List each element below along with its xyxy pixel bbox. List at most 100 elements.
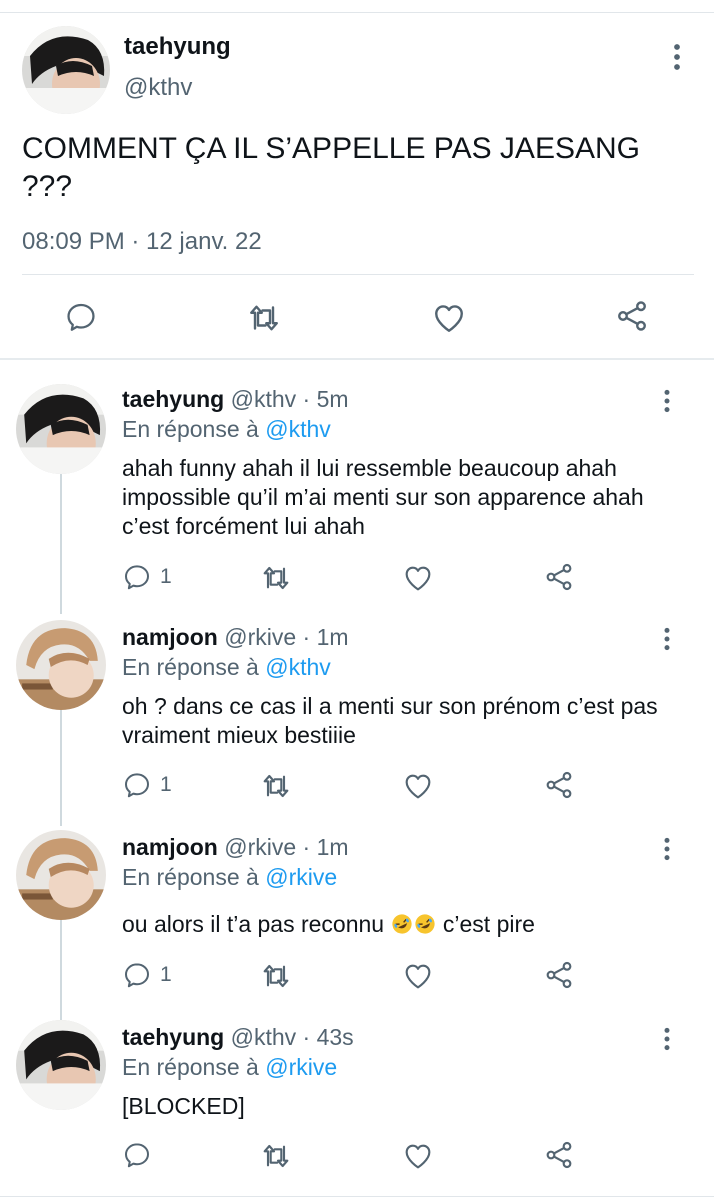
share-icon: [543, 769, 575, 801]
reply-count: 1: [160, 773, 172, 796]
retweet-icon: [260, 1140, 292, 1172]
thread-line: [60, 920, 62, 1026]
reply-text: oh ? dans ce cas il a menti sur son prén…: [122, 693, 658, 748]
reply-author[interactable]: taehyung @kthv · 43s: [122, 1024, 354, 1051]
reply-author[interactable]: namjoon @rkive · 1m: [122, 834, 349, 861]
share-icon: [614, 298, 650, 334]
author-handle-time: @rkive · 1m: [224, 834, 349, 860]
reply-icon: [64, 300, 98, 334]
reply-tweet: taehyung @kthv · 5m En réponse à @kthv a…: [0, 380, 714, 614]
tweet-timestamp[interactable]: 08:09 PM · 12 janv. 22: [22, 228, 262, 256]
reply-button[interactable]: [122, 1140, 160, 1170]
thread-line: [60, 472, 62, 614]
share-icon: [543, 1139, 575, 1171]
replying-to: En réponse à @kthv: [122, 654, 331, 681]
author-name[interactable]: taehyung: [122, 386, 224, 412]
retweet-button[interactable]: [260, 1140, 292, 1172]
author-name[interactable]: namjoon: [122, 624, 218, 650]
author-name[interactable]: taehyung: [124, 33, 231, 61]
replying-to-label: En réponse à: [122, 654, 259, 680]
like-icon: [402, 960, 434, 992]
more-options-icon[interactable]: [658, 1026, 676, 1052]
more-options-icon[interactable]: [668, 42, 686, 72]
reply-icon: [122, 1140, 152, 1170]
reply-author[interactable]: namjoon @rkive · 1m: [122, 624, 349, 651]
reply-icon: [122, 770, 152, 800]
mention-link[interactable]: @kthv: [265, 416, 331, 442]
reply-icon: [122, 960, 152, 990]
share-button[interactable]: [543, 959, 575, 991]
share-icon: [543, 959, 575, 991]
like-button[interactable]: [402, 960, 434, 992]
more-options-icon[interactable]: [658, 836, 676, 862]
reply-count: 1: [160, 963, 172, 986]
like-button[interactable]: [402, 1140, 434, 1172]
more-options-icon[interactable]: [658, 626, 676, 652]
share-button[interactable]: [543, 769, 575, 801]
reply-text-part: ou alors il t’a pas reconnu: [122, 911, 385, 937]
replying-to-label: En réponse à: [122, 1054, 259, 1080]
retweet-icon: [260, 770, 292, 802]
replying-to-label: En réponse à: [122, 864, 259, 890]
reply-text: ou alors il t’a pas reconnu c’est pire: [122, 910, 692, 939]
like-icon: [402, 770, 434, 802]
reply-tweet: namjoon @rkive · 1m En réponse à @kthv o…: [0, 618, 714, 826]
share-button[interactable]: [614, 298, 650, 334]
main-tweet: taehyung @kthv COMMENT ÇA IL S’APPELLE P…: [0, 0, 714, 360]
author-name[interactable]: namjoon: [122, 834, 218, 860]
author-handle-time: @kthv · 43s: [230, 1024, 354, 1050]
retweet-button[interactable]: [260, 562, 292, 594]
section-separator: [0, 358, 714, 360]
reply-tweet: namjoon @rkive · 1m En réponse à @rkive …: [0, 828, 714, 1026]
reply-text-part: c’est pire: [436, 911, 535, 937]
mention-link[interactable]: @kthv: [265, 654, 331, 680]
like-icon: [431, 300, 467, 336]
like-icon: [402, 1140, 434, 1172]
rolling-on-floor-laughing-emoji: [414, 914, 435, 934]
author-handle-time: @kthv · 5m: [230, 386, 349, 412]
reply-button[interactable]: 1: [122, 770, 172, 800]
share-icon: [543, 561, 575, 593]
bottom-divider: [0, 1196, 714, 1197]
retweet-button[interactable]: [260, 770, 292, 802]
replying-to: En réponse à @kthv: [122, 416, 331, 443]
reply-tweet: taehyung @kthv · 43s En réponse à @rkive…: [0, 1018, 714, 1194]
replying-to-label: En réponse à: [122, 416, 259, 442]
more-options-icon[interactable]: [658, 388, 676, 414]
reply-text: ahah funny ahah il lui ressemble beaucou…: [122, 455, 644, 539]
retweet-button[interactable]: [260, 960, 292, 992]
tweet-text: COMMENT ÇA IL S’APPELLE PAS JAESANG ???: [22, 132, 640, 203]
mention-link[interactable]: @rkive: [265, 864, 337, 890]
reply-text: [BLOCKED]: [122, 1093, 245, 1119]
thread-line: [60, 710, 62, 826]
share-button[interactable]: [543, 561, 575, 593]
rolling-on-floor-laughing-emoji: [391, 914, 412, 934]
reply-button[interactable]: 1: [122, 960, 172, 990]
retweet-icon: [246, 300, 282, 336]
avatar[interactable]: [16, 830, 106, 920]
avatar[interactable]: [22, 26, 110, 114]
share-button[interactable]: [543, 1139, 575, 1171]
retweet-icon: [260, 562, 292, 594]
reply-button[interactable]: 1: [122, 562, 172, 592]
avatar[interactable]: [16, 620, 106, 710]
avatar[interactable]: [16, 384, 106, 474]
author-handle[interactable]: @kthv: [124, 74, 192, 102]
replying-to: En réponse à @rkive: [122, 864, 337, 891]
tweet-divider: [22, 274, 694, 275]
like-button[interactable]: [402, 562, 434, 594]
retweet-icon: [260, 960, 292, 992]
retweet-button[interactable]: [246, 300, 282, 336]
like-icon: [402, 562, 434, 594]
avatar[interactable]: [16, 1020, 106, 1110]
reply-author[interactable]: taehyung @kthv · 5m: [122, 386, 349, 413]
author-handle-time: @rkive · 1m: [224, 624, 349, 650]
like-button[interactable]: [402, 770, 434, 802]
like-button[interactable]: [431, 300, 467, 336]
author-name[interactable]: taehyung: [122, 1024, 224, 1050]
reply-icon: [122, 562, 152, 592]
reply-count: 1: [160, 565, 172, 588]
mention-link[interactable]: @rkive: [265, 1054, 337, 1080]
replying-to: En réponse à @rkive: [122, 1054, 337, 1081]
reply-button[interactable]: [64, 300, 98, 334]
